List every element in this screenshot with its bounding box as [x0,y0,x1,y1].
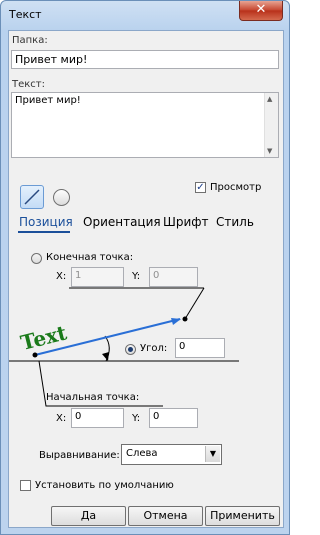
close-button[interactable]: ✕ [239,1,283,21]
title-bar[interactable]: Текст ✕ [1,1,289,30]
end-x-input[interactable]: 1 [71,267,124,287]
apply-button[interactable]: Применить [205,506,280,526]
start-y-label: Y: [132,413,141,424]
start-x-input[interactable]: 0 [71,408,124,428]
angle-label: Угол: [140,343,168,354]
window-title: Текст [9,8,42,21]
start-point-label: Начальная точка: [46,392,140,403]
end-x-label: X: [56,271,67,282]
alignment-label: Выравнивание: [39,450,120,461]
start-y-input[interactable]: 0 [149,408,198,428]
chevron-down-icon[interactable]: ▼ [205,446,220,462]
dialog-window: Текст ✕ Папка: Привет мир! Текст: Привет… [0,0,290,535]
end-y-input[interactable]: 0 [149,267,198,287]
end-y-label: Y: [132,271,141,282]
ok-button[interactable]: Да [51,506,126,526]
end-point-radio[interactable] [31,253,42,264]
close-icon: ✕ [255,2,267,17]
end-point-label: Конечная точка: [46,252,134,263]
cancel-button[interactable]: Отмена [128,506,203,526]
default-checkbox-label: Установить по умолчанию [35,480,174,491]
start-x-label: X: [56,413,67,424]
angle-radio[interactable] [125,344,136,355]
alignment-select[interactable]: Слева ▼ [121,444,222,465]
dialog-body: Папка: Привет мир! Текст: Привет мир! ▲ … [8,30,284,528]
alignment-value: Слева [126,448,158,459]
default-checkbox[interactable] [20,480,31,491]
angle-input[interactable]: 0 [175,338,225,358]
